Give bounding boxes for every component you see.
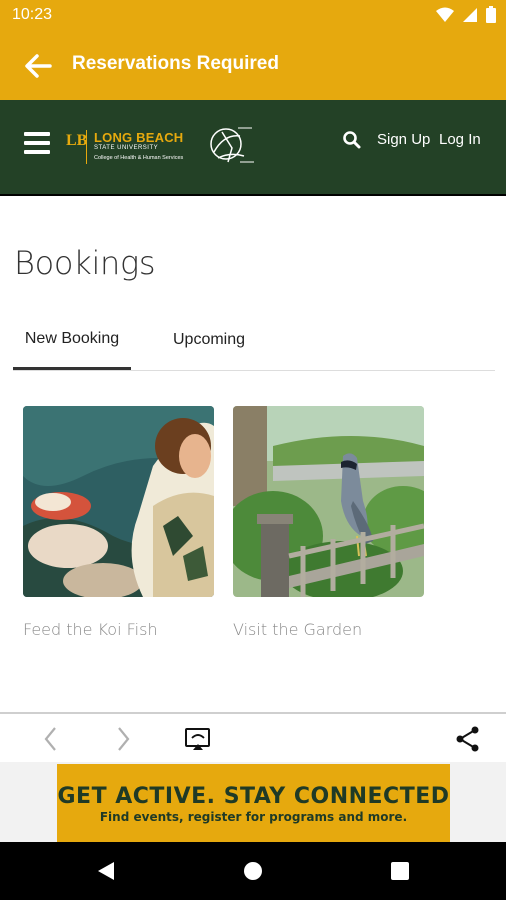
logo-mark: LB [66,132,88,149]
booking-card-garden[interactable]: Visit the Garden [233,406,424,639]
system-nav-bar [0,842,506,900]
tab-new-booking[interactable]: New Booking [13,310,131,370]
app-title: Reservations Required [72,53,279,74]
log-in-link[interactable]: Log In [439,131,481,148]
promo-banner[interactable]: GET ACTIVE. STAY CONNECTED Find events, … [57,764,450,842]
nav-back-button[interactable] [94,859,118,883]
wifi-icon [436,7,454,22]
back-triangle-icon [98,862,114,880]
nav-home-button[interactable] [241,859,265,883]
arrow-back-icon [25,54,52,78]
forward-arrow-icon [118,727,130,751]
booking-card-koi[interactable]: Feed the Koi Fish [23,406,214,639]
logo-college: College of Health & Human Services [94,155,184,161]
status-bar: 10:23 [0,0,506,30]
banner-subtext: Find events, register for programs and m… [99,810,408,824]
university-logo[interactable]: LB LONG BEACH STATE UNIVERSITY College o… [66,128,196,168]
browser-forward-button[interactable] [108,724,138,754]
site-header: LB LONG BEACH STATE UNIVERSITY College o… [0,100,506,196]
cell-signal-icon [463,7,477,22]
app-bar: Reservations Required [0,30,506,100]
browser-back-button[interactable] [36,724,66,754]
card-label-koi: Feed the Koi Fish [23,620,158,639]
booking-tabs: New Booking Upcoming [13,310,495,371]
cast-icon [185,728,210,750]
sign-up-link[interactable]: Sign Up [377,131,430,148]
logo-subtitle: STATE UNIVERSITY [94,145,159,151]
search-icon [343,131,361,149]
share-icon [456,726,479,752]
garden-heron-photo [233,406,424,597]
banner-area: GET ACTIVE. STAY CONNECTED Find events, … [0,762,506,842]
status-icons [436,6,496,23]
banner-headline: GET ACTIVE. STAY CONNECTED [57,784,450,809]
logo-title: LONG BEACH [94,130,184,145]
share-button[interactable] [453,724,483,754]
home-circle-icon [244,862,262,880]
garden-logo-icon [210,127,254,163]
nav-recents-button[interactable] [388,859,412,883]
back-button[interactable] [20,48,56,84]
browser-toolbar [0,712,506,762]
back-arrow-icon [44,727,56,751]
logo-divider [86,130,87,164]
page-title: Bookings [14,244,156,282]
search-button[interactable] [342,130,364,152]
koi-fish-photo [23,406,214,597]
cast-button[interactable] [183,724,213,754]
tab-upcoming[interactable]: Upcoming [159,310,259,370]
recents-square-icon [391,862,409,880]
status-time: 10:23 [12,6,53,23]
card-label-garden: Visit the Garden [233,620,363,639]
battery-icon [486,6,496,23]
hamburger-menu-icon[interactable] [24,132,50,156]
